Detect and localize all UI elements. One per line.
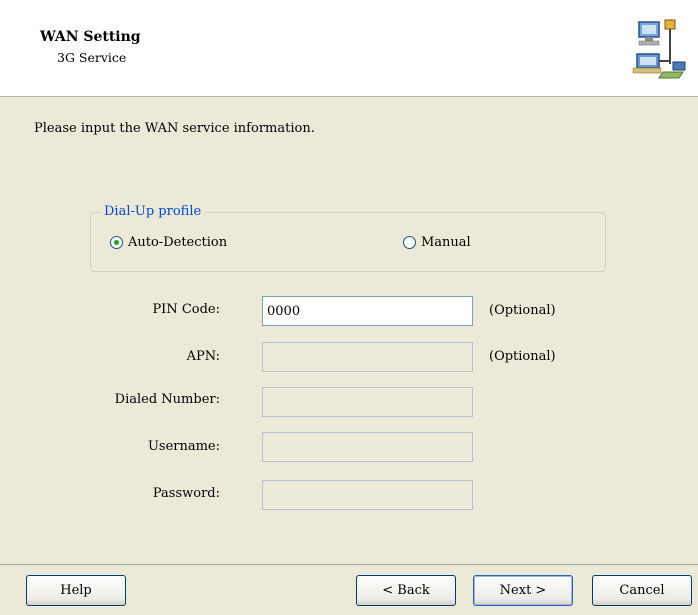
header-subtitle: 3G Service (57, 50, 127, 65)
help-button[interactable]: Help (26, 575, 126, 606)
auto-detection-radio[interactable]: Auto-Detection (110, 235, 227, 250)
pin-code-optional-note: (Optional) (489, 303, 556, 318)
footer-divider (0, 564, 698, 565)
username-label: Username: (147, 439, 220, 454)
dialed-number-label: Dialed Number: (114, 392, 220, 407)
apn-optional-note: (Optional) (489, 349, 556, 364)
manual-radio[interactable]: Manual (403, 235, 471, 250)
radio-checked-icon (110, 236, 123, 249)
pin-code-label: PIN Code: (152, 302, 220, 317)
auto-detection-label: Auto-Detection (128, 235, 228, 250)
next-button[interactable]: Next > (473, 575, 573, 606)
apn-input[interactable] (262, 342, 473, 372)
wizard-header: WAN Setting 3G Service (0, 0, 698, 97)
intro-text: Please input the WAN service information… (34, 121, 315, 136)
pin-code-input[interactable] (262, 296, 473, 326)
dialed-number-input[interactable] (262, 387, 473, 417)
apn-label: APN: (186, 349, 220, 364)
back-button[interactable]: < Back (356, 575, 456, 606)
manual-label: Manual (421, 235, 471, 250)
dialup-profile-legend: Dial-Up profile (100, 204, 206, 219)
network-computers-icon (625, 14, 695, 84)
radio-unchecked-icon (403, 236, 416, 249)
cancel-button[interactable]: Cancel (592, 575, 692, 606)
password-label: Password: (152, 486, 220, 501)
password-input[interactable] (262, 480, 473, 510)
header-title: WAN Setting (40, 29, 141, 45)
username-input[interactable] (262, 432, 473, 462)
